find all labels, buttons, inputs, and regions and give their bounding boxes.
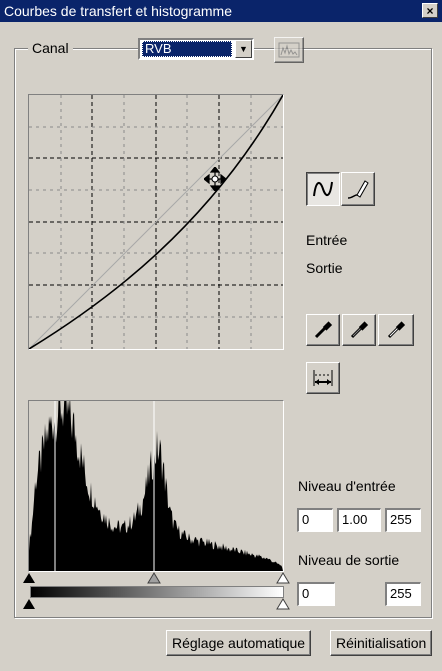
reset-button[interactable]: Réinitialisation <box>330 630 433 656</box>
freehand-tool-button[interactable] <box>341 172 375 206</box>
black-point-eyedropper-icon <box>314 321 333 339</box>
histogram-plot <box>29 401 283 571</box>
channel-select[interactable]: RVB ▼ <box>138 38 254 60</box>
chevron-down-icon[interactable]: ▼ <box>235 40 252 58</box>
input-gamma-slider-handle <box>147 572 161 584</box>
histogram <box>28 400 284 572</box>
freehand-pencil-icon <box>347 180 369 199</box>
window-title: Courbes de transfert et histogramme <box>4 3 232 19</box>
output-gradient-bar <box>30 586 284 598</box>
histogram-area <box>29 401 283 571</box>
reset-curve-tool-button[interactable] <box>306 362 340 394</box>
smooth-curve-tool-button[interactable] <box>306 172 340 206</box>
black-point-eyedropper-button[interactable] <box>306 314 340 346</box>
level-adjust-icon <box>313 370 333 386</box>
white-point-eyedropper-icon <box>387 321 406 339</box>
input-white-slider-handle <box>276 572 290 584</box>
white-point-eyedropper-button[interactable] <box>378 314 414 346</box>
title-bar: Courbes de transfert et histogramme × <box>0 0 442 22</box>
smooth-curve-icon <box>313 181 333 197</box>
input-level-label: Niveau d'entrée <box>298 478 396 494</box>
gray-point-eyedropper-button[interactable] <box>342 314 376 346</box>
output-white-field[interactable]: 255 <box>385 582 421 606</box>
output-level-label: Niveau de sortie <box>298 552 400 568</box>
close-button[interactable]: × <box>422 3 438 18</box>
input-white-field[interactable]: 255 <box>385 508 421 532</box>
curve-plot <box>29 95 283 349</box>
channel-select-value: RVB <box>142 41 232 57</box>
input-black-field[interactable]: 0 <box>297 508 333 532</box>
gray-point-eyedropper-icon <box>350 321 369 339</box>
auto-adjust-button[interactable]: Réglage automatique <box>166 630 312 656</box>
output-white-slider-handle <box>276 598 290 610</box>
output-readout-label: Sortie <box>306 260 343 276</box>
output-black-field[interactable]: 0 <box>297 582 335 606</box>
histogram-icon <box>278 42 300 58</box>
output-level-slider[interactable] <box>22 598 292 612</box>
tone-curve-editor[interactable] <box>28 94 284 350</box>
move-cursor-icon <box>204 167 226 191</box>
channel-label: Canal <box>28 40 73 56</box>
input-level-slider[interactable] <box>22 572 292 586</box>
input-black-slider-handle <box>23 573 35 583</box>
input-gamma-field[interactable]: 1.00 <box>337 508 381 532</box>
output-black-slider-handle <box>23 599 35 609</box>
histogram-view-button[interactable] <box>274 37 304 63</box>
input-readout-label: Entrée <box>306 232 348 248</box>
